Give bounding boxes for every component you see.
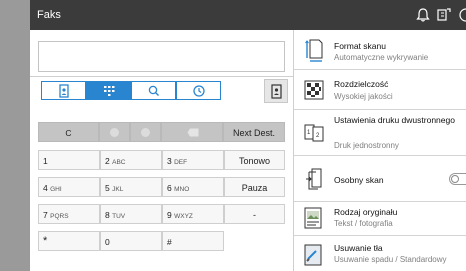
cursor-left-key[interactable] bbox=[99, 122, 130, 142]
setting-resolution[interactable]: Rozdzielczość Wysokiej jakości bbox=[294, 70, 466, 110]
key-hash[interactable]: # bbox=[162, 231, 224, 251]
cursor-right-key[interactable] bbox=[130, 122, 161, 142]
setting-separate-scan[interactable]: Osobny skan bbox=[294, 156, 466, 202]
cursor-left-icon bbox=[110, 128, 119, 137]
background-removal-icon bbox=[304, 244, 322, 271]
setting-original-type[interactable]: Rodzaj oryginału Tekst / fotografia bbox=[294, 202, 466, 236]
clock-icon[interactable] bbox=[457, 6, 466, 24]
address-book-icon bbox=[59, 84, 69, 98]
bell-icon[interactable] bbox=[414, 6, 432, 24]
tab-address-book[interactable] bbox=[41, 81, 86, 100]
setting-duplex[interactable]: 12 Ustawienia druku dwustronnego Druk je… bbox=[294, 110, 466, 156]
fax-settings-list: Format skanu Automatyczne wykrywanie Roz… bbox=[293, 30, 466, 271]
key-0[interactable]: 0 bbox=[100, 231, 162, 251]
screen-title: Faks bbox=[37, 9, 61, 21]
tab-history[interactable] bbox=[176, 81, 221, 100]
hyphen-key[interactable]: - bbox=[224, 204, 285, 224]
fax-screen: Faks C Next Dest. 1 2 ABC 3 DEF Tonowo 4… bbox=[30, 0, 466, 271]
destination-panel: C Next Dest. 1 2 ABC 3 DEF Tonowo 4 GHI … bbox=[30, 30, 293, 271]
destination-field[interactable] bbox=[38, 41, 285, 72]
setting-scan-size[interactable]: Format skanu Automatyczne wykrywanie bbox=[294, 30, 466, 70]
search-icon bbox=[148, 85, 159, 96]
address-entry-button[interactable] bbox=[264, 79, 288, 103]
key-8[interactable]: 8 TUV bbox=[100, 204, 162, 224]
backspace-icon bbox=[187, 128, 199, 137]
key-2[interactable]: 2 ABC bbox=[100, 150, 162, 170]
setting-background-removal[interactable]: Usuwanie tła Usuwanie spadu / Standardow… bbox=[294, 236, 466, 271]
tab-keypad[interactable] bbox=[86, 81, 131, 100]
clear-key[interactable]: C bbox=[38, 122, 99, 142]
key-3[interactable]: 3 DEF bbox=[162, 150, 224, 170]
duplex-icon: 12 bbox=[304, 122, 326, 149]
separate-scan-icon bbox=[304, 167, 326, 196]
separate-scan-toggle[interactable] bbox=[449, 173, 466, 185]
cursor-right-icon bbox=[141, 128, 150, 137]
divider bbox=[30, 76, 293, 77]
pause-key[interactable]: Pauza bbox=[224, 177, 285, 197]
scan-size-icon bbox=[304, 37, 324, 68]
key-7[interactable]: 7 PQRS bbox=[38, 204, 100, 224]
backspace-key[interactable] bbox=[161, 122, 223, 142]
tab-search[interactable] bbox=[131, 81, 176, 100]
key-1[interactable]: 1 bbox=[38, 150, 100, 170]
original-type-icon bbox=[304, 207, 322, 234]
tone-key[interactable]: Tonowo bbox=[224, 150, 285, 170]
next-destination-key[interactable]: Next Dest. bbox=[223, 122, 285, 142]
resolution-icon bbox=[304, 80, 324, 105]
address-entry-icon bbox=[271, 84, 282, 99]
key-9[interactable]: 9 WXYZ bbox=[162, 204, 224, 224]
key-4[interactable]: 4 GHI bbox=[38, 177, 100, 197]
title-bar: Faks bbox=[30, 0, 466, 30]
history-icon bbox=[193, 85, 205, 97]
key-6[interactable]: 6 MNO bbox=[162, 177, 224, 197]
job-status-icon[interactable] bbox=[435, 6, 453, 24]
toggle-knob bbox=[451, 175, 459, 183]
key-5[interactable]: 5 JKL bbox=[100, 177, 162, 197]
keypad-icon bbox=[104, 86, 115, 96]
key-star[interactable]: * bbox=[38, 231, 100, 251]
